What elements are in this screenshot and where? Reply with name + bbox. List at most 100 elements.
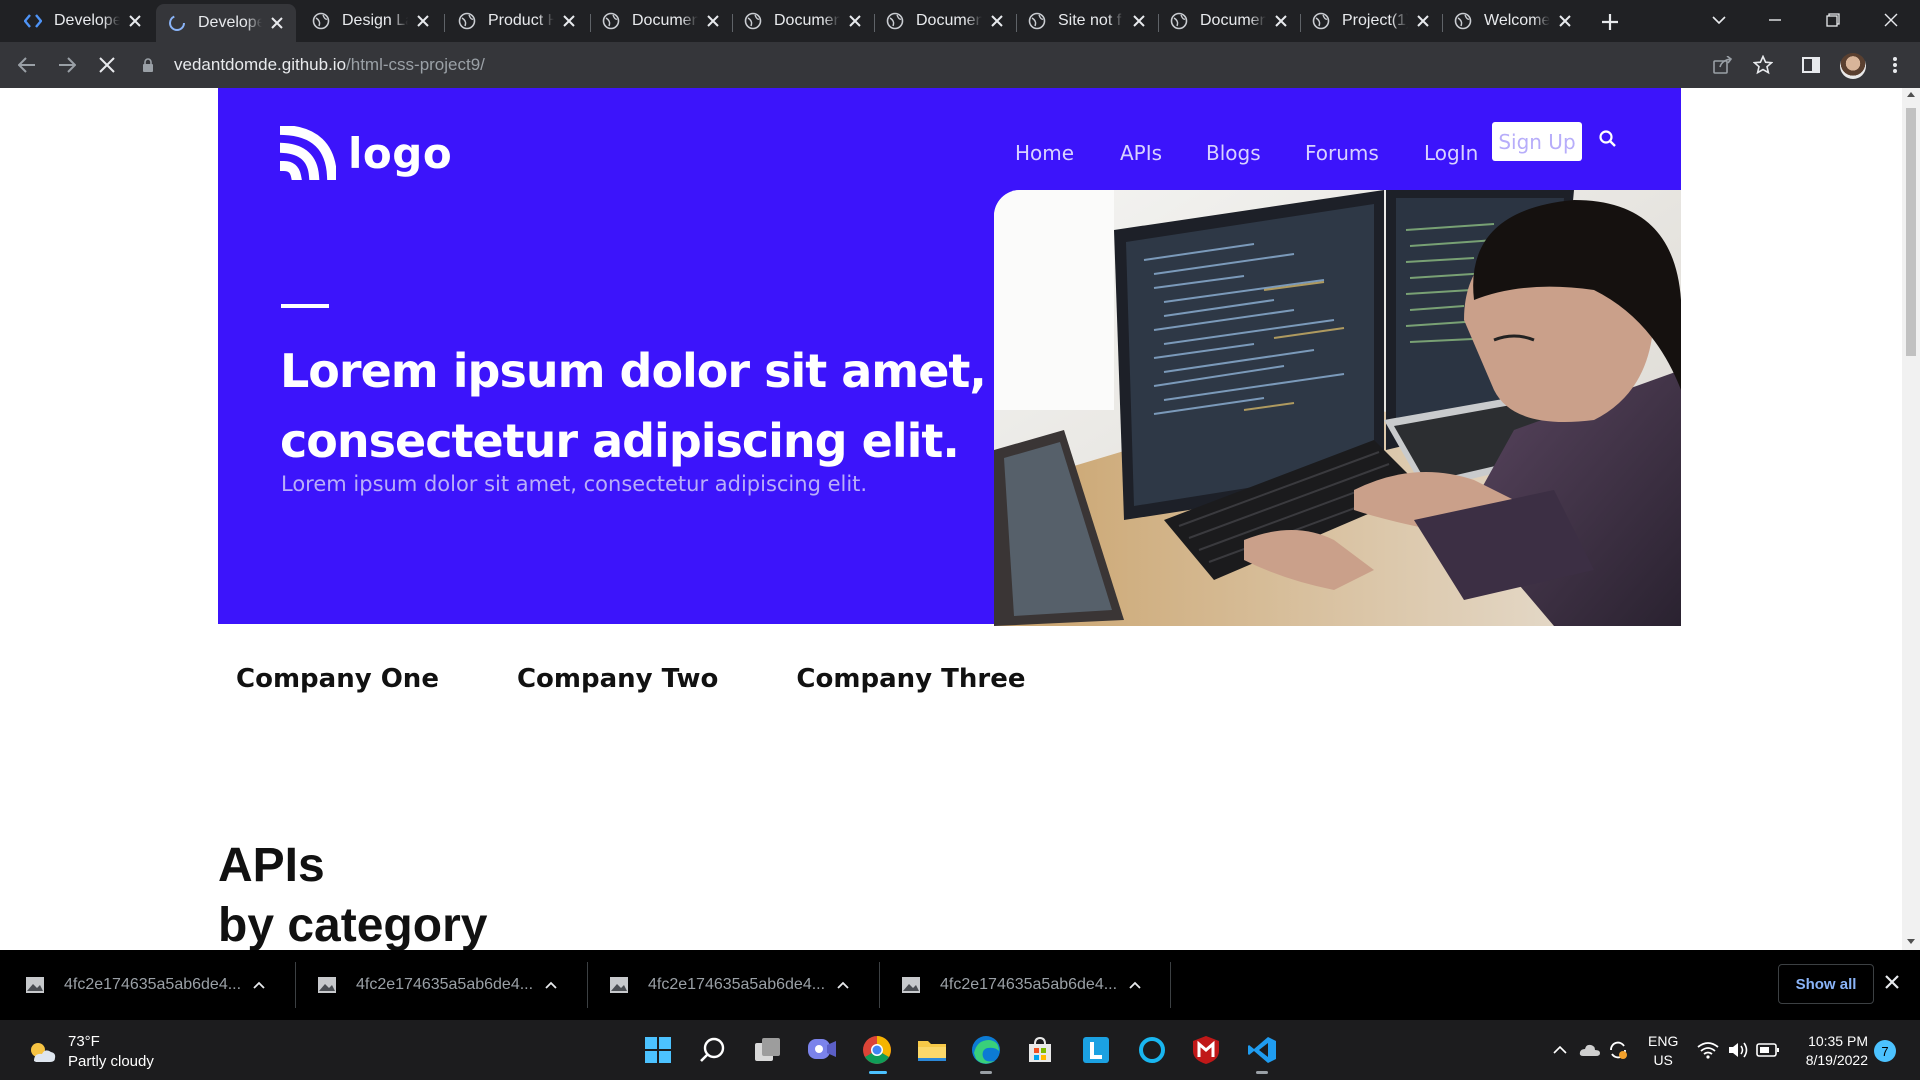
- tab-search-chevron-icon[interactable]: [1696, 0, 1742, 40]
- url-host: vedantdomde.github.io: [174, 55, 347, 74]
- window-close-icon[interactable]: [1868, 0, 1914, 40]
- sync-icon[interactable]: [1606, 1038, 1630, 1062]
- image-file-icon: [318, 977, 336, 993]
- more-menu-icon[interactable]: [1880, 50, 1910, 80]
- wifi-icon[interactable]: [1696, 1038, 1720, 1062]
- address-bar[interactable]: vedantdomde.github.io/html-css-project9/: [142, 50, 1742, 80]
- hero-photo-developer: [994, 190, 1681, 626]
- download-item[interactable]: 4fc2e174635a5ab6de4...: [292, 950, 584, 1020]
- battery-icon[interactable]: [1756, 1038, 1780, 1062]
- signup-button[interactable]: Sign Up: [1492, 122, 1582, 161]
- tab-5[interactable]: Documen: [590, 6, 732, 36]
- side-panel-icon[interactable]: [1796, 50, 1826, 80]
- lang-code: ENG: [1648, 1033, 1679, 1049]
- close-icon[interactable]: [988, 12, 1006, 30]
- vscode-icon[interactable]: [1244, 1032, 1280, 1074]
- download-item[interactable]: 4fc2e174635a5ab6de4...: [584, 950, 876, 1020]
- tab-8[interactable]: Site not f: [1016, 6, 1158, 36]
- page-scrollbar[interactable]: [1902, 88, 1920, 950]
- page-viewport: logo Home APIs Blogs Forums LogIn Sign U…: [0, 88, 1902, 950]
- weather-widget[interactable]: 73°F Partly cloudy: [26, 1032, 154, 1072]
- start-icon[interactable]: [640, 1032, 676, 1068]
- tab-10[interactable]: Project(1): [1300, 6, 1442, 36]
- tab-6[interactable]: Documen: [732, 6, 874, 36]
- close-icon[interactable]: [414, 12, 432, 30]
- nav-home[interactable]: Home: [1015, 134, 1074, 172]
- tab-9[interactable]: Documen: [1158, 6, 1300, 36]
- tab-11[interactable]: Welcome: [1442, 6, 1584, 36]
- chrome-icon[interactable]: [859, 1032, 895, 1074]
- file-explorer-icon[interactable]: [914, 1032, 950, 1068]
- search-icon[interactable]: [1598, 129, 1620, 151]
- chevron-up-icon[interactable]: [540, 974, 562, 996]
- nav-forums[interactable]: Forums: [1305, 134, 1379, 172]
- globe-icon: [744, 12, 762, 30]
- nav-blogs[interactable]: Blogs: [1206, 134, 1261, 172]
- bookmark-star-icon[interactable]: [1748, 50, 1778, 80]
- close-icon[interactable]: [1414, 12, 1432, 30]
- l-app-icon[interactable]: [1078, 1032, 1114, 1068]
- close-icon[interactable]: [1556, 12, 1574, 30]
- scroll-up-arrow-icon[interactable]: [1907, 92, 1915, 97]
- back-arrow-icon[interactable]: [12, 50, 42, 80]
- tab-7[interactable]: Documen: [874, 6, 1016, 36]
- store-icon[interactable]: [1022, 1032, 1058, 1068]
- nav-apis[interactable]: APIs: [1120, 134, 1162, 172]
- globe-icon: [602, 12, 620, 30]
- download-item[interactable]: 4fc2e174635a5ab6de4...: [876, 950, 1168, 1020]
- clock-time: 10:35 PM: [1808, 1033, 1868, 1049]
- tab-title: Product H: [488, 12, 554, 29]
- close-icon[interactable]: [1884, 974, 1906, 996]
- hero-title: Lorem ipsum dolor sit amet, consectetur …: [280, 344, 987, 468]
- close-icon[interactable]: [268, 14, 286, 32]
- minimize-icon[interactable]: [1752, 0, 1798, 40]
- close-icon[interactable]: [126, 12, 144, 30]
- new-tab-plus-icon[interactable]: [1596, 8, 1624, 36]
- clock-date: 8/19/2022: [1805, 1052, 1868, 1068]
- language-indicator[interactable]: ENG US: [1648, 1032, 1678, 1070]
- tab-4[interactable]: Product H: [446, 6, 588, 36]
- notification-badge[interactable]: 7: [1874, 1040, 1896, 1062]
- close-icon[interactable]: [1272, 12, 1290, 30]
- edge-icon[interactable]: [968, 1032, 1004, 1074]
- tab-1[interactable]: Develope: [12, 6, 154, 36]
- scrollbar-thumb[interactable]: [1906, 108, 1916, 356]
- scroll-down-arrow-icon[interactable]: [1907, 939, 1915, 944]
- download-item[interactable]: 4fc2e174635a5ab6de4...: [0, 950, 292, 1020]
- task-view-icon[interactable]: [750, 1032, 786, 1068]
- forward-arrow-icon[interactable]: [52, 50, 82, 80]
- close-icon[interactable]: [560, 12, 578, 30]
- tab-2-active[interactable]: Develope: [156, 4, 296, 42]
- tab-title: Documen: [774, 12, 840, 29]
- restore-icon[interactable]: [1810, 0, 1856, 40]
- profile-avatar[interactable]: [1840, 53, 1866, 79]
- running-indicator: [980, 1071, 992, 1074]
- show-all-button[interactable]: Show all: [1778, 964, 1874, 1004]
- volume-icon[interactable]: [1726, 1038, 1750, 1062]
- close-icon[interactable]: [704, 12, 722, 30]
- lock-icon[interactable]: [142, 57, 156, 73]
- nav-login[interactable]: LogIn: [1424, 134, 1478, 172]
- chevron-up-icon[interactable]: [1124, 974, 1146, 996]
- show-hidden-icons-chevron-icon[interactable]: [1548, 1038, 1572, 1062]
- stop-loading-icon[interactable]: [92, 50, 122, 80]
- site-logo[interactable]: logo: [280, 126, 452, 180]
- windows-taskbar: 73°F Partly cloudy ENG US 10:35 PM 8/19/…: [0, 1020, 1920, 1080]
- share-icon[interactable]: [1708, 50, 1738, 80]
- cortana-icon[interactable]: [1134, 1032, 1170, 1068]
- close-icon[interactable]: [1130, 12, 1148, 30]
- chevron-up-icon[interactable]: [248, 974, 270, 996]
- running-indicator: [869, 1071, 887, 1074]
- mcafee-icon[interactable]: [1188, 1032, 1224, 1068]
- tab-title: Site not f: [1058, 12, 1122, 29]
- tab-3[interactable]: Design La: [300, 6, 442, 36]
- onedrive-cloud-icon[interactable]: [1578, 1038, 1602, 1062]
- globe-icon: [1454, 12, 1472, 30]
- chat-icon[interactable]: [804, 1032, 840, 1068]
- system-clock[interactable]: 10:35 PM 8/19/2022: [1790, 1032, 1868, 1070]
- chevron-up-icon[interactable]: [832, 974, 854, 996]
- close-icon[interactable]: [846, 12, 864, 30]
- company-two: Company Two: [516, 664, 719, 694]
- globe-icon: [458, 12, 476, 30]
- search-icon[interactable]: [695, 1032, 731, 1068]
